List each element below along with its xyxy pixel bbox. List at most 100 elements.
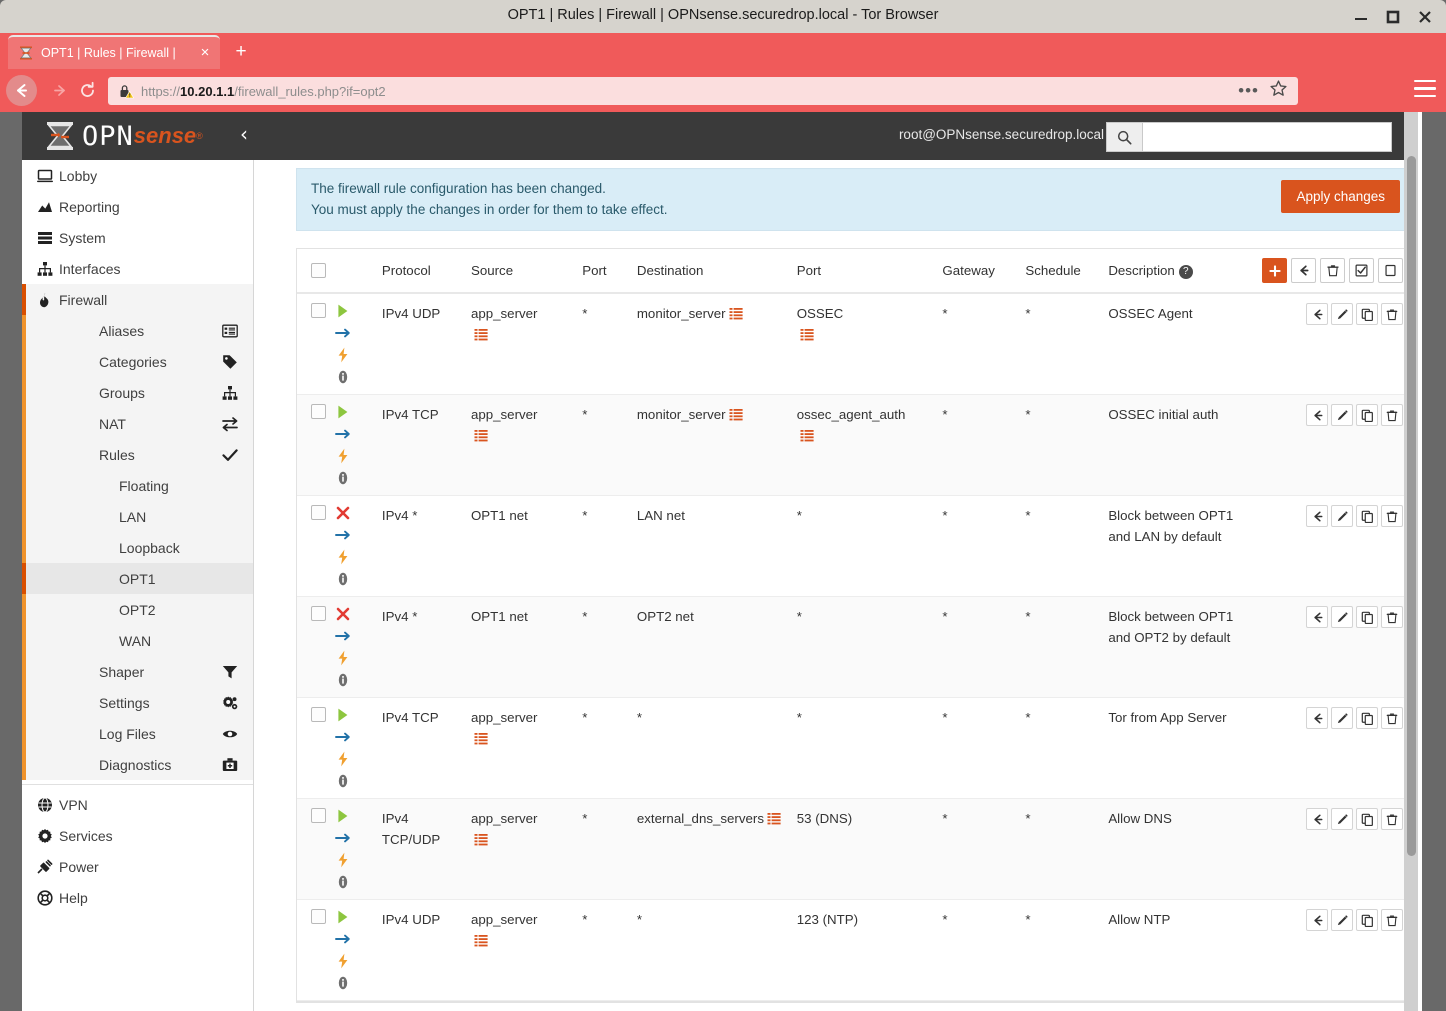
edit-rule-button[interactable] [1331,808,1353,830]
delete-rule-button[interactable] [1381,606,1403,628]
row-checkbox[interactable] [311,808,326,823]
column-gateway[interactable]: Gateway [938,249,1021,293]
delete-rule-button[interactable] [1381,303,1403,325]
info-icon[interactable] [335,369,351,385]
reload-button[interactable] [72,75,103,106]
pass-icon[interactable] [335,303,351,319]
new-tab-button[interactable]: + [232,43,250,61]
column-protocol[interactable]: Protocol [378,249,467,293]
sidebar-item-aliases[interactable]: Aliases [22,315,253,346]
delete-rule-button[interactable] [1381,909,1403,931]
sidebar-item-loopback[interactable]: Loopback [22,532,253,563]
row-checkbox[interactable] [311,303,326,318]
sidebar-item-groups[interactable]: Groups [22,377,253,408]
sidebar-item-wan[interactable]: WAN [22,625,253,656]
sidebar-item-nat[interactable]: NAT [22,408,253,439]
sidebar-item-log-files[interactable]: Log Files [22,718,253,749]
pass-icon[interactable] [335,909,351,925]
column-source-port[interactable]: Port [578,249,633,293]
url-bar[interactable]: https://10.20.1.1/firewall_rules.php?if=… [108,77,1298,105]
opnsense-logo[interactable]: OPN sense ® [44,121,203,151]
sidebar-item-shaper[interactable]: Shaper [22,656,253,687]
table-row[interactable]: IPv4 TCPapp_server*monitor_serverossec_a… [297,395,1413,496]
maximize-window-button[interactable] [1382,6,1404,28]
row-checkbox[interactable] [311,606,326,621]
info-icon[interactable] [335,975,351,991]
row-checkbox[interactable] [311,707,326,722]
clone-rule-button[interactable] [1356,404,1378,426]
minimize-window-button[interactable] [1350,6,1372,28]
sidebar-item-firewall[interactable]: Firewall [22,284,253,315]
move-rule-button[interactable] [1306,505,1328,527]
hamburger-menu-button[interactable] [1414,80,1436,100]
sidebar-item-floating[interactable]: Floating [22,470,253,501]
info-icon[interactable] [335,571,351,587]
move-selected-button[interactable] [1291,258,1316,283]
sidebar-item-settings[interactable]: Settings [22,687,253,718]
search-input[interactable] [1143,123,1391,151]
sidebar-item-diagnostics[interactable]: Diagnostics [22,749,253,780]
edit-rule-button[interactable] [1331,606,1353,628]
sidebar-item-vpn[interactable]: VPN [22,789,253,820]
table-row[interactable]: IPv4 UDPapp_server**123 (NTP)**Allow NTP [297,900,1413,1001]
page-scrollbar-thumb[interactable] [1407,156,1416,856]
clone-rule-button[interactable] [1356,808,1378,830]
delete-rule-button[interactable] [1381,505,1403,527]
star-icon[interactable] [1269,79,1288,103]
column-destination-port[interactable]: Port [793,249,939,293]
block-icon[interactable] [335,606,351,622]
delete-selected-button[interactable] [1320,258,1345,283]
move-rule-button[interactable] [1306,404,1328,426]
column-description[interactable]: Description? [1104,249,1256,293]
select-all-checkbox[interactable] [311,263,326,278]
help-icon[interactable]: ? [1179,265,1193,279]
edit-rule-button[interactable] [1331,505,1353,527]
clone-rule-button[interactable] [1356,505,1378,527]
sidebar-item-interfaces[interactable]: Interfaces [22,253,253,284]
page-scrollbar[interactable] [1404,112,1418,1011]
sidebar-item-lobby[interactable]: Lobby [22,160,253,191]
sidebar-item-system[interactable]: System [22,222,253,253]
row-checkbox[interactable] [311,909,326,924]
pass-icon[interactable] [335,808,351,824]
sidebar-item-services[interactable]: Services [22,820,253,851]
deselect-all-button[interactable] [1378,258,1403,283]
edit-rule-button[interactable] [1331,909,1353,931]
edit-rule-button[interactable] [1331,303,1353,325]
clone-rule-button[interactable] [1356,909,1378,931]
table-row[interactable]: IPv4 UDPapp_server*monitor_serverOSSEC**… [297,293,1413,395]
info-icon[interactable] [335,874,351,890]
row-checkbox[interactable] [311,404,326,419]
column-source[interactable]: Source [467,249,578,293]
info-icon[interactable] [335,773,351,789]
pass-icon[interactable] [335,707,351,723]
table-row[interactable]: IPv4 TCPapp_server*****Tor from App Serv… [297,698,1413,799]
column-schedule[interactable]: Schedule [1021,249,1104,293]
sidebar-item-categories[interactable]: Categories [22,346,253,377]
search-icon[interactable] [1107,123,1143,151]
clone-rule-button[interactable] [1356,303,1378,325]
info-icon[interactable] [335,470,351,486]
header-search[interactable] [1106,122,1392,152]
table-row[interactable]: IPv4 TCP/UDPapp_server*external_dns_serv… [297,799,1413,900]
delete-rule-button[interactable] [1381,707,1403,729]
sidebar-collapse-button[interactable]: ‹ [240,124,248,144]
select-all-button[interactable] [1349,258,1374,283]
clone-rule-button[interactable] [1356,606,1378,628]
sidebar-item-help[interactable]: Help [22,882,253,913]
sidebar-item-power[interactable]: Power [22,851,253,882]
close-window-button[interactable] [1414,6,1436,28]
add-rule-button[interactable] [1262,258,1287,283]
sidebar-item-opt1[interactable]: OPT1 [22,563,253,594]
move-rule-button[interactable] [1306,909,1328,931]
edit-rule-button[interactable] [1331,707,1353,729]
clone-rule-button[interactable] [1356,707,1378,729]
table-row[interactable]: IPv4 *OPT1 net*OPT2 net***Block between … [297,597,1413,698]
sidebar-item-lan[interactable]: LAN [22,501,253,532]
sidebar-item-reporting[interactable]: Reporting [22,191,253,222]
move-rule-button[interactable] [1306,707,1328,729]
move-rule-button[interactable] [1306,606,1328,628]
row-checkbox[interactable] [311,505,326,520]
apply-changes-button[interactable]: Apply changes [1281,180,1400,213]
block-icon[interactable] [335,505,351,521]
